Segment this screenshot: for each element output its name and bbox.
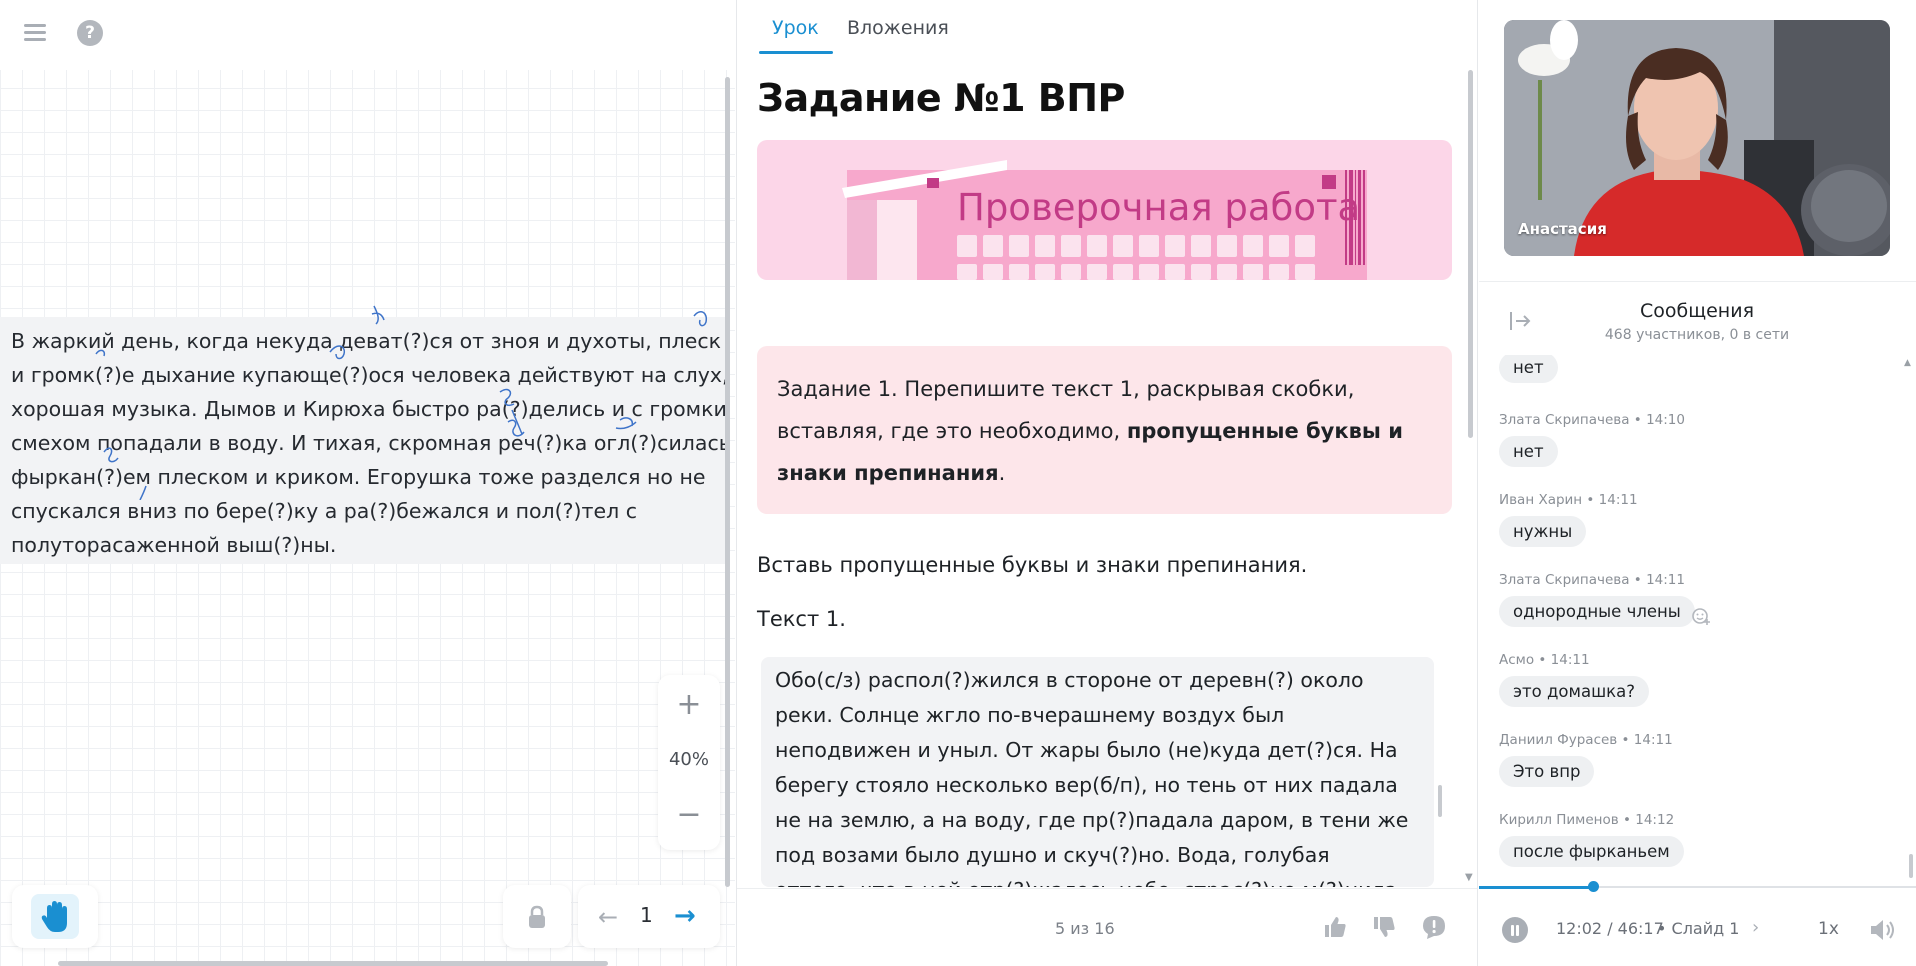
whiteboard[interactable]: ? В жаркий день, когда некуда деват(?)ся… <box>0 0 735 966</box>
lock-button[interactable] <box>503 885 571 948</box>
task-card: Задание 1. Перепишите текст 1, раскрывая… <box>757 346 1452 514</box>
scroll-down-icon[interactable]: ▼ <box>1465 872 1473 883</box>
add-reaction-icon[interactable] <box>1690 605 1712 627</box>
tab-lesson[interactable]: Урок <box>772 17 819 39</box>
tab-bar: Урок Вложения <box>737 0 1477 56</box>
dislike-icon[interactable] <box>1370 913 1398 941</box>
ink-annotations <box>95 305 708 500</box>
slide-counter: 5 из 16 <box>1055 919 1115 938</box>
banner-title: Проверочная работа <box>957 186 1361 229</box>
page-number: 1 <box>640 903 653 927</box>
tab-attachments[interactable]: Вложения <box>847 17 949 39</box>
like-icon[interactable] <box>1321 913 1349 941</box>
playback-progress-fill <box>1479 886 1593 889</box>
board-toolbar: ? <box>0 0 735 70</box>
volume-icon[interactable] <box>1868 917 1896 943</box>
help-icon[interactable]: ? <box>77 20 103 46</box>
chat-author: Злата Скрипачева • 14:11 <box>1499 572 1685 588</box>
exercise-text-line: неподвижен и уныл. От жары было (не)куда… <box>775 738 1398 762</box>
chat-author: Кирилл Пименов • 14:12 <box>1499 812 1675 828</box>
exercise-text-line: реки. Солнце жгло по-вчерашнему воздух б… <box>775 703 1285 727</box>
divider <box>1479 281 1916 282</box>
chat-message: Асмо • 14:11 это домашка? <box>1499 652 1650 707</box>
playback-speed[interactable]: 1x <box>1818 919 1839 939</box>
board-vertical-scrollbar[interactable] <box>725 77 730 887</box>
pause-icon[interactable] <box>1502 917 1528 943</box>
hand-tool-button[interactable] <box>12 885 98 948</box>
chat-bubble: это домашка? <box>1499 676 1650 707</box>
app-window: ? В жаркий день, когда некуда деват(?)ся… <box>0 0 1916 966</box>
task-text-end: . <box>998 461 1006 485</box>
chat-message: Кирилл Пименов • 14:12 после фырканьем <box>1499 812 1684 867</box>
lesson-banner: Проверочная работа <box>757 140 1452 280</box>
exercise-text-line: Обо(с/з) распол(?)жился в стороне от дер… <box>775 668 1364 692</box>
exercise-text-line: под возами было душно и скуч(?)но. Вода,… <box>775 843 1330 867</box>
report-icon[interactable] <box>1420 913 1448 941</box>
chat-author: Асмо • 14:11 <box>1499 652 1590 668</box>
chat-message: нет <box>1499 355 1558 383</box>
page-navigator: ← 1 → <box>578 885 720 948</box>
board-text-line: полуторасаженной выш(?)ны. <box>11 533 337 557</box>
chat-message: Злата Скрипачева • 14:11 однородные член… <box>1499 572 1695 627</box>
zoom-in-button[interactable]: + <box>658 687 720 723</box>
zoom-control: + 40% − <box>658 675 720 850</box>
chat-message: Иван Харин • 14:11 нужны <box>1499 492 1638 547</box>
chat-bubble: нет <box>1499 436 1558 467</box>
zoom-out-button[interactable]: − <box>658 797 720 833</box>
chat-bubble: Это впр <box>1499 756 1595 787</box>
lesson-footer: 5 из 16 <box>737 888 1477 966</box>
exercise-text-scrollbar[interactable] <box>1438 785 1442 817</box>
slide-selector[interactable]: • Слайд 1 <box>1657 919 1739 938</box>
lesson-scrollbar[interactable] <box>1468 70 1473 438</box>
exercise-text-line: берегу стояло несколько вер(б/п), но тен… <box>775 773 1398 797</box>
text-label: Текст 1. <box>757 607 846 631</box>
arrow-left-icon[interactable]: ← <box>598 903 618 931</box>
lock-icon <box>529 905 545 928</box>
arrow-right-icon[interactable]: → <box>674 901 696 931</box>
zoom-level: 40% <box>668 749 709 770</box>
chat-message: Злата Скрипачева • 14:10 нет <box>1499 412 1685 467</box>
exercise-text-box[interactable]: Обо(с/з) распол(?)жился в стороне от дер… <box>761 657 1434 887</box>
chat-author: Злата Скрипачева • 14:10 <box>1499 412 1685 428</box>
playback-time: 12:02 / 46:17 <box>1556 919 1664 938</box>
presenter-name: Анастасия <box>1518 220 1607 238</box>
chevron-right-icon[interactable]: › <box>1752 917 1759 938</box>
menu-icon[interactable] <box>22 20 48 46</box>
board-horizontal-scrollbar[interactable] <box>58 961 608 966</box>
chat-author: Иван Харин • 14:11 <box>1499 492 1638 508</box>
presenter-video[interactable]: Анастасия <box>1504 20 1890 256</box>
exercise-text-line: оттого, что в ней отр(?)жалось небо, стр… <box>775 873 1420 887</box>
chat-message: Даниил Фурасев • 14:11 Это впр <box>1499 732 1673 787</box>
hand-icon <box>31 894 79 939</box>
chat-bubble: нужны <box>1499 516 1587 547</box>
lesson-title: Задание №1 ВПР <box>757 76 1125 120</box>
playback-progress-handle[interactable] <box>1588 881 1599 892</box>
chat-bubble: нет <box>1499 355 1558 383</box>
instruction-text: Вставь пропущенные буквы и знаки препина… <box>757 553 1308 577</box>
chat-title: Сообщения <box>1639 300 1755 322</box>
lesson-panel: Урок Вложения Задание №1 ВПР Проверочная… <box>736 0 1478 966</box>
chat-author: Даниил Фурасев • 14:11 <box>1499 732 1673 748</box>
chat-bubble: однородные члены <box>1499 596 1695 627</box>
scroll-up-icon[interactable]: ▲ <box>1904 358 1911 368</box>
chat-messages[interactable]: нет Злата Скрипачева • 14:10 нет Иван Ха… <box>1479 355 1916 887</box>
side-panel: Анастасия Сообщения 468 участников, 0 в … <box>1479 0 1916 966</box>
chat-subtitle: 468 участников, 0 в сети <box>1604 327 1790 343</box>
chat-scrollbar[interactable] <box>1909 854 1913 878</box>
active-tab-indicator <box>759 51 833 54</box>
collapse-panel-icon[interactable] <box>1507 308 1533 334</box>
exercise-text-line: не на землю, а на воду, где пр(?)падала … <box>775 808 1409 832</box>
chat-bubble: после фырканьем <box>1499 836 1684 867</box>
